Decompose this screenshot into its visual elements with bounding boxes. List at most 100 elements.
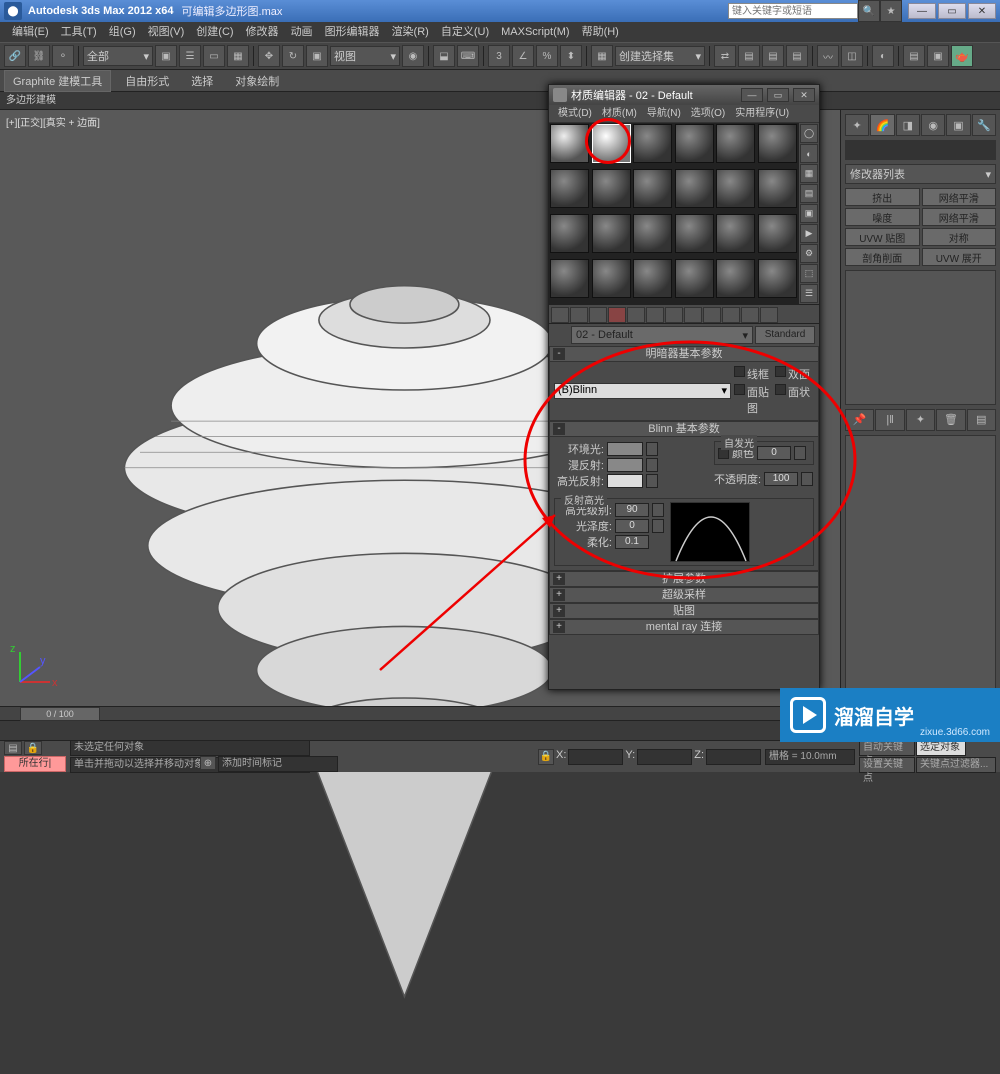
specular-color-swatch[interactable]: [607, 474, 643, 488]
setkey-button[interactable]: 设置关键点: [859, 757, 915, 773]
add-time-tag-icon[interactable]: ⊕: [200, 756, 216, 770]
schematic-icon[interactable]: ◫: [841, 45, 863, 67]
render-icon[interactable]: 🫖: [951, 45, 973, 67]
material-slot[interactable]: [675, 124, 714, 163]
named-selection-dropdown[interactable]: 创建选择集▾: [615, 46, 705, 66]
ribbon-tab-graphite[interactable]: Graphite 建模工具: [4, 70, 111, 92]
preview-icon[interactable]: ▶: [800, 224, 818, 243]
render-setup-icon[interactable]: ▤: [903, 45, 925, 67]
restore-button[interactable]: ▭: [938, 3, 966, 19]
curve-editor-icon[interactable]: 〰: [817, 45, 839, 67]
menu-animation[interactable]: 动画: [285, 22, 319, 42]
selfillum-map-button[interactable]: [794, 446, 806, 460]
isolate-icon[interactable]: 🔒: [538, 749, 554, 765]
put-library-icon[interactable]: [665, 307, 683, 323]
specular-map-button[interactable]: [646, 474, 658, 488]
mod-noise-button[interactable]: 噪度: [845, 208, 920, 226]
material-editor-titlebar[interactable]: 材质编辑器 - 02 - Default — ▭ ✕: [549, 85, 819, 105]
mentalray-rollout-header[interactable]: +mental ray 连接: [549, 619, 819, 635]
menu-group[interactable]: 组(G): [103, 22, 142, 42]
get-material-icon[interactable]: [551, 307, 569, 323]
material-slot[interactable]: [758, 124, 797, 163]
close-button[interactable]: ✕: [968, 3, 996, 19]
material-slot[interactable]: [592, 169, 631, 208]
material-slot[interactable]: [758, 259, 797, 298]
material-slot[interactable]: [633, 214, 672, 253]
help-search-input[interactable]: [728, 3, 858, 19]
pick-material-icon[interactable]: [553, 327, 569, 343]
select-icon[interactable]: ▣: [155, 45, 177, 67]
material-id-icon[interactable]: [684, 307, 702, 323]
blinn-params-rollout-header[interactable]: -Blinn 基本参数: [549, 421, 819, 437]
menu-help[interactable]: 帮助(H): [576, 22, 625, 42]
material-slot[interactable]: [550, 259, 589, 298]
align-icon[interactable]: ▤: [738, 45, 760, 67]
menu-create[interactable]: 创建(C): [190, 22, 239, 42]
mat-map-nav-icon[interactable]: ☰: [800, 284, 818, 303]
material-name-dropdown[interactable]: 02 - Default▾: [571, 326, 753, 344]
material-slot[interactable]: [675, 214, 714, 253]
mod-symmetry-button[interactable]: 对称: [922, 228, 997, 246]
copy-icon[interactable]: [627, 307, 645, 323]
ribbon-tab-paint[interactable]: 对象绘制: [227, 71, 287, 91]
material-slot[interactable]: [633, 259, 672, 298]
wireframe-checkbox[interactable]: [734, 366, 745, 377]
material-slot[interactable]: [675, 259, 714, 298]
opacity-map-button[interactable]: [801, 472, 813, 486]
faceted-checkbox[interactable]: [775, 384, 786, 395]
z-coord-field[interactable]: [706, 749, 761, 765]
menu-views[interactable]: 视图(V): [142, 22, 191, 42]
material-slot[interactable]: [716, 214, 755, 253]
put-to-scene-icon[interactable]: [570, 307, 588, 323]
mod-extrude-button[interactable]: 挤出: [845, 188, 920, 206]
make-unique-icon[interactable]: [646, 307, 664, 323]
mat-menu-utils[interactable]: 实用程序(U): [730, 105, 794, 122]
material-slot[interactable]: [550, 214, 589, 253]
material-type-button[interactable]: Standard: [755, 326, 815, 344]
link-icon[interactable]: 🔗: [4, 45, 26, 67]
autokey-button[interactable]: 自动关键点: [859, 740, 915, 756]
options-icon[interactable]: ⚙: [800, 244, 818, 263]
material-slot[interactable]: [550, 169, 589, 208]
assign-icon[interactable]: [589, 307, 607, 323]
favorite-icon[interactable]: ★: [880, 0, 902, 22]
material-slot[interactable]: [633, 169, 672, 208]
motion-tab-icon[interactable]: ◉: [921, 114, 945, 136]
object-name-field[interactable]: [845, 140, 996, 160]
hierarchy-tab-icon[interactable]: ◨: [896, 114, 920, 136]
extended-params-rollout-header[interactable]: +扩展参数: [549, 571, 819, 587]
material-slot[interactable]: [758, 214, 797, 253]
unique-icon[interactable]: ✦: [906, 409, 935, 431]
lock-selection-icon[interactable]: 🔒: [24, 741, 42, 755]
named-sel-icon[interactable]: ▦: [591, 45, 613, 67]
backlight-icon[interactable]: ◐: [800, 144, 818, 163]
snap-icon[interactable]: 3: [488, 45, 510, 67]
menu-graph[interactable]: 图形编辑器: [319, 22, 386, 42]
utilities-tab-icon[interactable]: 🔧: [972, 114, 996, 136]
modifier-list-dropdown[interactable]: 修改器列表▾: [845, 164, 996, 184]
manipulate-icon[interactable]: ⬓: [433, 45, 455, 67]
select-name-icon[interactable]: ☰: [179, 45, 201, 67]
mod-uvwmap-button[interactable]: UVW 贴图: [845, 228, 920, 246]
video-check-icon[interactable]: ▣: [800, 204, 818, 223]
supersampling-rollout-header[interactable]: +超级采样: [549, 587, 819, 603]
show-end-result-icon[interactable]: [722, 307, 740, 323]
y-coord-field[interactable]: [637, 749, 692, 765]
gloss-map-button[interactable]: [652, 519, 664, 533]
maxscript-mini-icon[interactable]: ▤: [4, 741, 22, 755]
menu-edit[interactable]: 编辑(E): [6, 22, 55, 42]
ribbon-tab-selection[interactable]: 选择: [183, 71, 221, 91]
pivot-icon[interactable]: ◉: [402, 45, 424, 67]
material-slot[interactable]: [675, 169, 714, 208]
material-slot[interactable]: [550, 124, 589, 163]
remove-mod-icon[interactable]: 🗑: [936, 409, 965, 431]
go-parent-icon[interactable]: [741, 307, 759, 323]
material-slot[interactable]: [592, 259, 631, 298]
modify-tab-icon[interactable]: 🌈: [870, 114, 894, 136]
bind-icon[interactable]: ⚬: [52, 45, 74, 67]
mirror-icon[interactable]: ⇄: [714, 45, 736, 67]
material-slot[interactable]: [758, 169, 797, 208]
background-icon[interactable]: ▦: [800, 164, 818, 183]
add-time-tag-label[interactable]: 添加时间标记: [218, 756, 338, 772]
ref-coord-dropdown[interactable]: 视图▾: [330, 46, 400, 66]
